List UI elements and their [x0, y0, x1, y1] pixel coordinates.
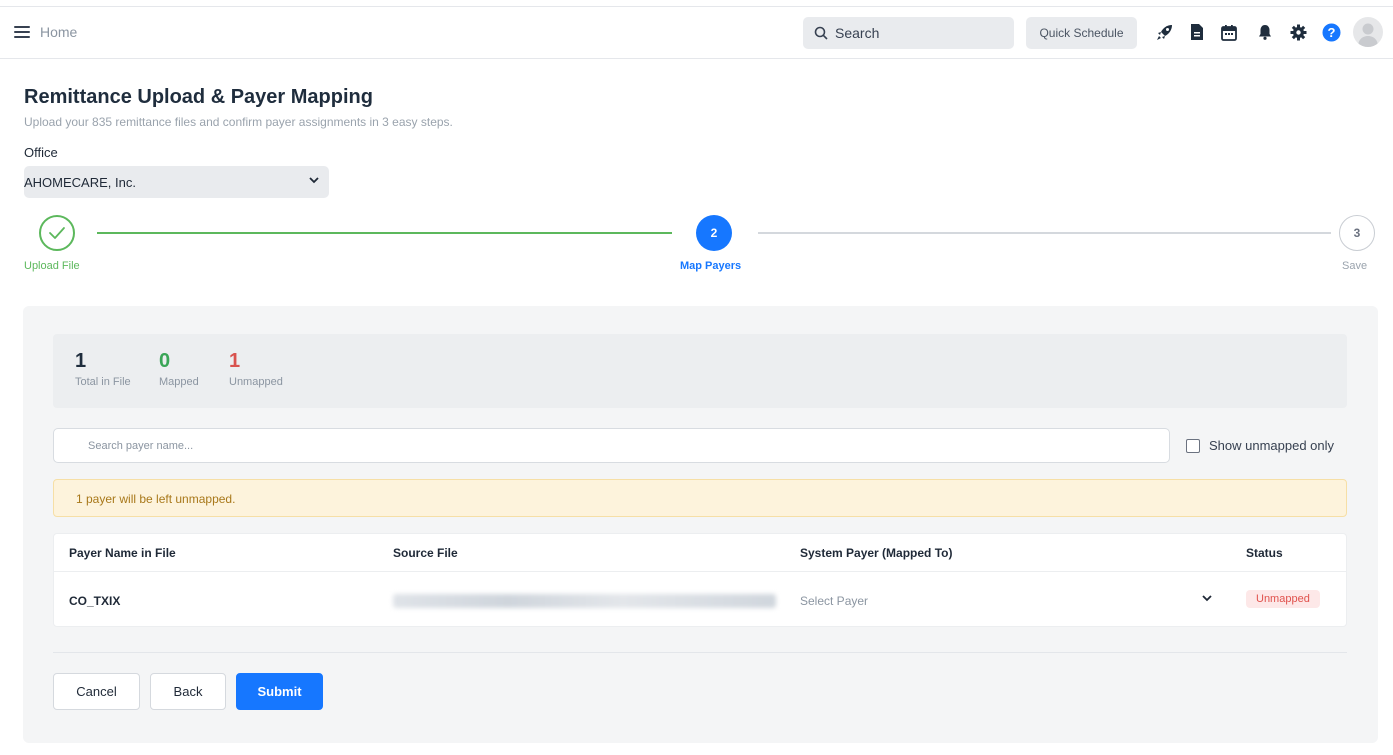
source-file-cell-redacted — [393, 594, 776, 608]
stat-total: 1 Total in File — [75, 350, 131, 388]
user-avatar[interactable] — [1353, 17, 1383, 47]
step-2-active: 2 — [696, 215, 732, 251]
stat-unmapped: 1 Unmapped — [229, 350, 283, 388]
search-icon — [814, 26, 828, 40]
show-unmapped-only-toggle[interactable]: Show unmapped only — [1186, 438, 1334, 453]
stat-mapped-value: 0 — [159, 350, 171, 372]
stat-unmapped-value: 1 — [229, 350, 241, 372]
stat-unmapped-caption: Unmapped — [229, 376, 283, 388]
stats-summary: 1 Total in File 0 Mapped 1 Unmapped — [53, 334, 1347, 408]
actions-divider — [53, 652, 1347, 653]
column-header-payer-name: Payer Name in File — [69, 546, 176, 560]
step-1-label: Upload File — [24, 260, 80, 272]
show-unmapped-only-label: Show unmapped only — [1209, 438, 1335, 453]
svg-text:?: ? — [1327, 25, 1335, 40]
payer-search-input[interactable] — [53, 428, 1170, 463]
back-button[interactable]: Back — [150, 673, 226, 710]
global-search-label: Search — [835, 25, 880, 41]
status-badge: Unmapped — [1246, 590, 1320, 608]
stat-total-value: 1 — [75, 350, 87, 372]
stat-mapped-caption: Mapped — [159, 376, 199, 388]
payer-mapping-table: Payer Name in File Source File System Pa… — [53, 533, 1347, 627]
stepper-line-completed — [97, 232, 672, 234]
chevron-down-icon — [309, 177, 319, 184]
step-3-label: Save — [1342, 260, 1368, 272]
office-select[interactable]: AHOMECARE, Inc. — [24, 166, 329, 198]
show-unmapped-only-checkbox[interactable] — [1186, 438, 1200, 453]
help-icon[interactable]: ? — [1321, 22, 1341, 42]
calendar-icon[interactable] — [1219, 22, 1239, 42]
column-header-system-payer: System Payer (Mapped To) — [800, 546, 953, 560]
page-title: Remittance Upload & Payer Mapping — [24, 86, 373, 108]
gear-icon[interactable] — [1288, 22, 1308, 42]
unmapped-warning-alert: 1 payer will be left unmapped. — [53, 479, 1347, 517]
stepper-line-pending — [758, 232, 1331, 234]
column-header-status: Status — [1246, 546, 1283, 560]
step-1-completed — [39, 215, 75, 251]
stat-mapped: 0 Mapped — [159, 350, 199, 388]
check-icon — [49, 227, 65, 239]
office-label: Office — [24, 145, 58, 160]
cancel-button[interactable]: Cancel — [53, 673, 140, 710]
global-search-button[interactable]: Search — [803, 17, 1014, 49]
document-icon[interactable] — [1187, 22, 1207, 42]
home-link[interactable]: Home — [40, 24, 77, 40]
menu-icon[interactable] — [14, 26, 30, 38]
step-2-label: Map Payers — [680, 260, 742, 272]
top-navigation-bar: Home Search Quick Schedule ? — [0, 6, 1393, 59]
step-3-pending: 3 — [1339, 215, 1375, 251]
column-header-source-file: Source File — [393, 546, 458, 560]
quick-schedule-button[interactable]: Quick Schedule — [1026, 17, 1137, 49]
system-payer-select[interactable]: Select Payer — [800, 594, 868, 608]
page-subtitle: Upload your 835 remittance files and con… — [24, 115, 453, 129]
stat-total-caption: Total in File — [75, 376, 131, 388]
payer-name-cell: CO_TXIX — [69, 594, 121, 608]
table-header: Payer Name in File Source File System Pa… — [54, 534, 1346, 572]
bell-icon[interactable] — [1255, 22, 1275, 42]
office-select-value: AHOMECARE, Inc. — [24, 175, 136, 190]
chevron-down-icon[interactable] — [1202, 595, 1212, 602]
rocket-icon[interactable] — [1155, 22, 1175, 42]
submit-button[interactable]: Submit — [236, 673, 323, 710]
unmapped-warning-text: 1 payer will be left unmapped. — [76, 492, 236, 506]
